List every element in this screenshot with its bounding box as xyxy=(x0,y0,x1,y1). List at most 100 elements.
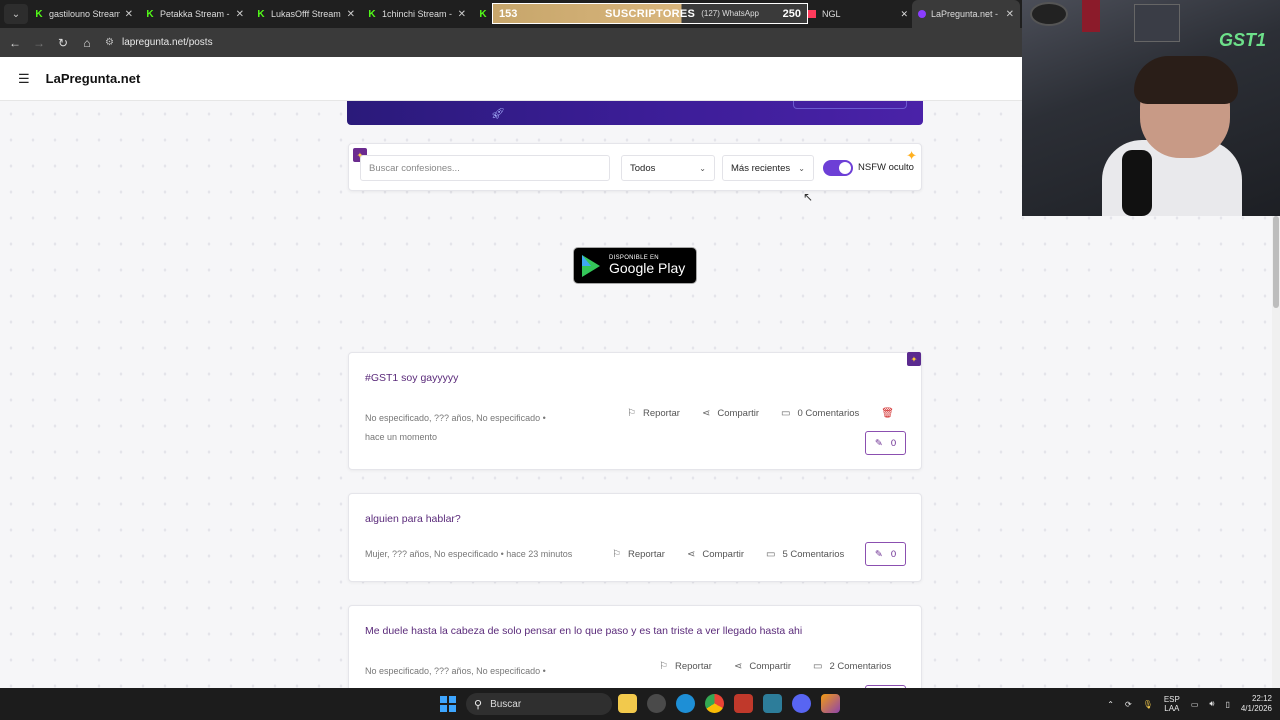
close-icon[interactable]: ✕ xyxy=(900,9,908,20)
comments-button[interactable]: ▭ 0 Comentarios xyxy=(781,408,859,419)
share-button[interactable]: ⋖ Compartir xyxy=(702,408,759,419)
webcam-overlay: GST1 xyxy=(1022,0,1280,216)
menu-icon[interactable]: ☰ xyxy=(18,71,30,87)
comments-label: 0 Comentarios xyxy=(797,408,860,419)
windows-start-icon[interactable] xyxy=(440,696,456,712)
site-logo[interactable]: LaPregunta.net xyxy=(46,71,141,86)
promo-banner: 🚀︎ xyxy=(347,101,923,125)
post-card: alguien para hablar? Mujer, ??? años, No… xyxy=(348,493,922,582)
site-info-icon[interactable]: ⚙ xyxy=(105,37,114,48)
browser-tab[interactable]: K xyxy=(472,0,492,28)
tab-title: LukasOfff Stream xyxy=(271,9,341,19)
close-icon[interactable]: ✕ xyxy=(347,9,355,20)
kick-icon: K xyxy=(146,8,154,20)
browser-tab[interactable]: K gastilouno Stream ✕ xyxy=(28,0,139,28)
sparkle-badge-icon: ✦ xyxy=(907,352,921,366)
close-icon[interactable]: ✕ xyxy=(458,9,466,20)
windows-taskbar: ⚲ Buscar ⌃ ⟳ 🎙︎ ESP LAA ▭ 🔊︎ ▯ 22:12 4/1… xyxy=(0,688,1280,720)
app-icon[interactable] xyxy=(763,694,782,713)
language-indicator[interactable]: ESP LAA xyxy=(1164,695,1180,713)
forward-icon[interactable]: → xyxy=(27,36,51,50)
address-bar: ← → ↻ ⌂ ⚙ lapregunta.net/posts xyxy=(0,28,1022,57)
report-button[interactable]: ⚐ Reportar xyxy=(627,408,680,419)
banner-button[interactable] xyxy=(793,101,907,109)
report-button[interactable]: ⚐ Reportar xyxy=(612,549,665,560)
share-button[interactable]: ⋖ Compartir xyxy=(734,661,791,672)
sync-icon[interactable]: ⟳ xyxy=(1125,700,1132,709)
tab-title: Petakka Stream - xyxy=(160,9,230,19)
browser-tab[interactable]: K 1chinchi Stream - ✕ xyxy=(361,0,472,28)
nsfw-toggle[interactable] xyxy=(823,160,853,176)
browser-tab-ngl[interactable]: NGL ✕ xyxy=(808,0,908,28)
streamer-hair xyxy=(1134,56,1238,104)
kick-icon: K xyxy=(479,8,487,20)
report-label: Reportar xyxy=(642,408,680,419)
post-title[interactable]: alguien para hablar? xyxy=(365,513,461,525)
discord-icon[interactable] xyxy=(792,694,811,713)
close-icon[interactable]: ✕ xyxy=(125,9,133,20)
app-icon[interactable] xyxy=(734,694,753,713)
app-icon[interactable] xyxy=(821,694,840,713)
home-icon[interactable]: ⌂ xyxy=(75,36,99,50)
google-play-badge[interactable]: DISPONIBLE EN Google Play xyxy=(573,247,697,284)
close-icon[interactable]: ✕ xyxy=(236,9,244,20)
chevron-up-icon[interactable]: ⌃ xyxy=(1107,700,1114,709)
network-icon[interactable]: ▭ xyxy=(1191,700,1199,709)
trash-icon[interactable]: 🗑︎ xyxy=(881,408,894,419)
browser-tab[interactable]: K Petakka Stream - ✕ xyxy=(139,0,250,28)
post-time: hace un momento xyxy=(365,432,438,442)
battery-icon[interactable]: ▯ xyxy=(1225,700,1229,709)
mouse-cursor-icon: ↖ xyxy=(803,190,814,204)
url-field[interactable]: ⚙ lapregunta.net/posts xyxy=(105,37,213,48)
comments-button[interactable]: ▭ 2 Comentarios xyxy=(813,661,891,672)
page-scrollbar[interactable] xyxy=(1272,216,1280,688)
vote-button[interactable]: ✎ 0 xyxy=(865,431,906,455)
kick-icon: K xyxy=(35,8,43,20)
back-icon[interactable]: ← xyxy=(3,36,27,50)
background-shelf xyxy=(1134,4,1180,42)
post-card: ✦ #GST1 soy gayyyyy No especificado, ???… xyxy=(348,352,922,470)
tab-title: LaPregunta.net - xyxy=(931,9,999,19)
ngl-icon xyxy=(808,10,816,18)
vote-button[interactable]: ✎ 0 xyxy=(865,542,906,566)
taskbar-search[interactable]: ⚲ Buscar xyxy=(466,693,612,715)
subscriber-count: 153 xyxy=(499,7,518,20)
post-card: Me duele hasta la cabeza de solo pensar … xyxy=(348,605,922,688)
vote-count: 0 xyxy=(890,437,897,449)
share-button[interactable]: ⋖ Compartir xyxy=(687,549,744,560)
clock[interactable]: 22:12 4/1/2026 xyxy=(1241,694,1272,714)
category-select[interactable]: Todos ⌄ xyxy=(621,155,715,181)
search-input[interactable]: Buscar confesiones... xyxy=(360,155,610,181)
browser-tab[interactable]: K LukasOfff Stream ✕ xyxy=(250,0,361,28)
reload-icon[interactable]: ↻ xyxy=(51,36,75,50)
flag-icon: ⚐ xyxy=(659,661,668,672)
share-label: Compartir xyxy=(749,661,792,672)
edge-icon[interactable] xyxy=(676,694,695,713)
browser-tab-active[interactable]: LaPregunta.net - ✕ xyxy=(912,0,1020,28)
share-icon: ⋖ xyxy=(686,549,696,560)
pencil-icon: ✎ xyxy=(874,437,883,449)
volume-icon[interactable]: 🔊︎ xyxy=(1209,699,1214,709)
dartboard-icon xyxy=(1030,2,1068,26)
scrollbar-thumb[interactable] xyxy=(1273,216,1279,308)
sort-select[interactable]: Más recientes ⌄ xyxy=(722,155,814,181)
report-button[interactable]: ⚐ Reportar xyxy=(659,661,712,672)
post-title[interactable]: #GST1 soy gayyyyy xyxy=(365,372,458,384)
post-title[interactable]: Me duele hasta la cabeza de solo pensar … xyxy=(365,625,802,637)
sort-value: Más recientes xyxy=(731,162,791,174)
file-explorer-icon[interactable] xyxy=(618,694,637,713)
category-value: Todos xyxy=(630,162,656,174)
close-icon[interactable]: ✕ xyxy=(1006,9,1014,20)
share-label: Compartir xyxy=(702,549,745,560)
tab-search-button[interactable]: ⌄ xyxy=(4,4,28,24)
chrome-icon[interactable] xyxy=(705,694,724,713)
sparkle-icon: ✦ xyxy=(906,148,917,163)
comments-button[interactable]: ▭ 5 Comentarios xyxy=(766,549,844,560)
vote-count: 0 xyxy=(890,548,897,560)
rocket-icon: 🚀︎ xyxy=(491,108,505,120)
pencil-icon: ✎ xyxy=(874,548,883,560)
app-icon[interactable] xyxy=(647,694,666,713)
comment-icon: ▭ xyxy=(813,661,823,672)
filter-bar: ✦ Buscar confesiones... Todos ⌄ Más reci… xyxy=(348,143,922,191)
mic-icon[interactable]: 🎙︎ xyxy=(1143,700,1153,709)
